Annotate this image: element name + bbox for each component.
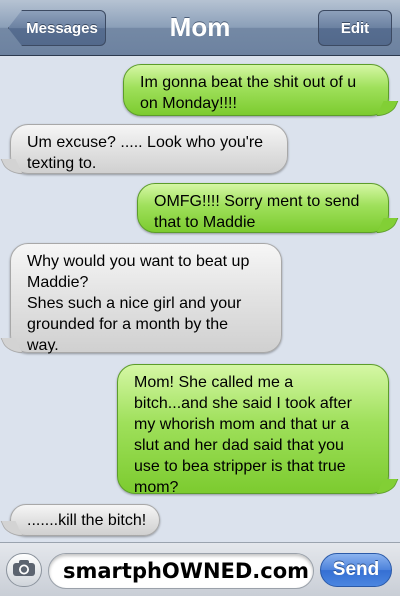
- sent-message-bubble: OMFG!!!! Sorry ment to send that to Madd…: [137, 183, 389, 233]
- received-message-bubble: .......kill the bitch!: [10, 504, 160, 536]
- message-line: that to Maddie: [154, 214, 256, 231]
- message-line: bitch...and she said I took after: [134, 395, 352, 412]
- message-line: my whorish mom and that ur a: [134, 416, 350, 433]
- message-line: Why would you want to beat up: [27, 253, 250, 270]
- message-line: grounded for a month by the: [27, 316, 229, 333]
- sent-message-bubble: Mom! She called me a bitch...and she sai…: [117, 364, 389, 496]
- message-line: slut and her dad said that you: [134, 437, 344, 454]
- message-line: way.: [27, 337, 59, 354]
- message-input[interactable]: smartphOWNED.com: [48, 553, 314, 589]
- edit-button[interactable]: Edit: [318, 10, 392, 46]
- message-line: Mom! She called me a: [134, 374, 294, 391]
- camera-button[interactable]: [6, 553, 42, 587]
- message-line: Im gonna beat the shit out of u: [140, 74, 357, 91]
- received-message-bubble: Why would you want to beat up Maddie? Sh…: [10, 243, 282, 354]
- back-button[interactable]: Messages: [8, 10, 106, 46]
- message-line: texting to.: [27, 155, 97, 172]
- message-line: OMFG!!!! Sorry ment to send: [154, 193, 360, 210]
- navigation-bar: Messages Mom Edit: [0, 0, 400, 56]
- message-line: .......kill the bitch!: [27, 512, 147, 529]
- received-message-bubble: Um excuse? ..... Look who you're texting…: [10, 124, 288, 174]
- send-button[interactable]: Send: [320, 553, 392, 587]
- message-line: on Monday!!!!: [140, 95, 237, 112]
- message-line: Shes such a nice girl and your: [27, 295, 242, 312]
- sent-message-bubble: Im gonna beat the shit out of u on Monda…: [123, 64, 389, 116]
- camera-icon: [12, 559, 36, 582]
- message-line: mom?: [134, 479, 179, 496]
- message-line: use to bea stripper is that true: [134, 458, 346, 475]
- conversation-title: Mom: [169, 12, 231, 42]
- message-line: Maddie?: [27, 274, 89, 291]
- message-line: Um excuse? ..... Look who you're: [27, 134, 264, 151]
- compose-bar: smartphOWNED.com Send: [0, 542, 400, 596]
